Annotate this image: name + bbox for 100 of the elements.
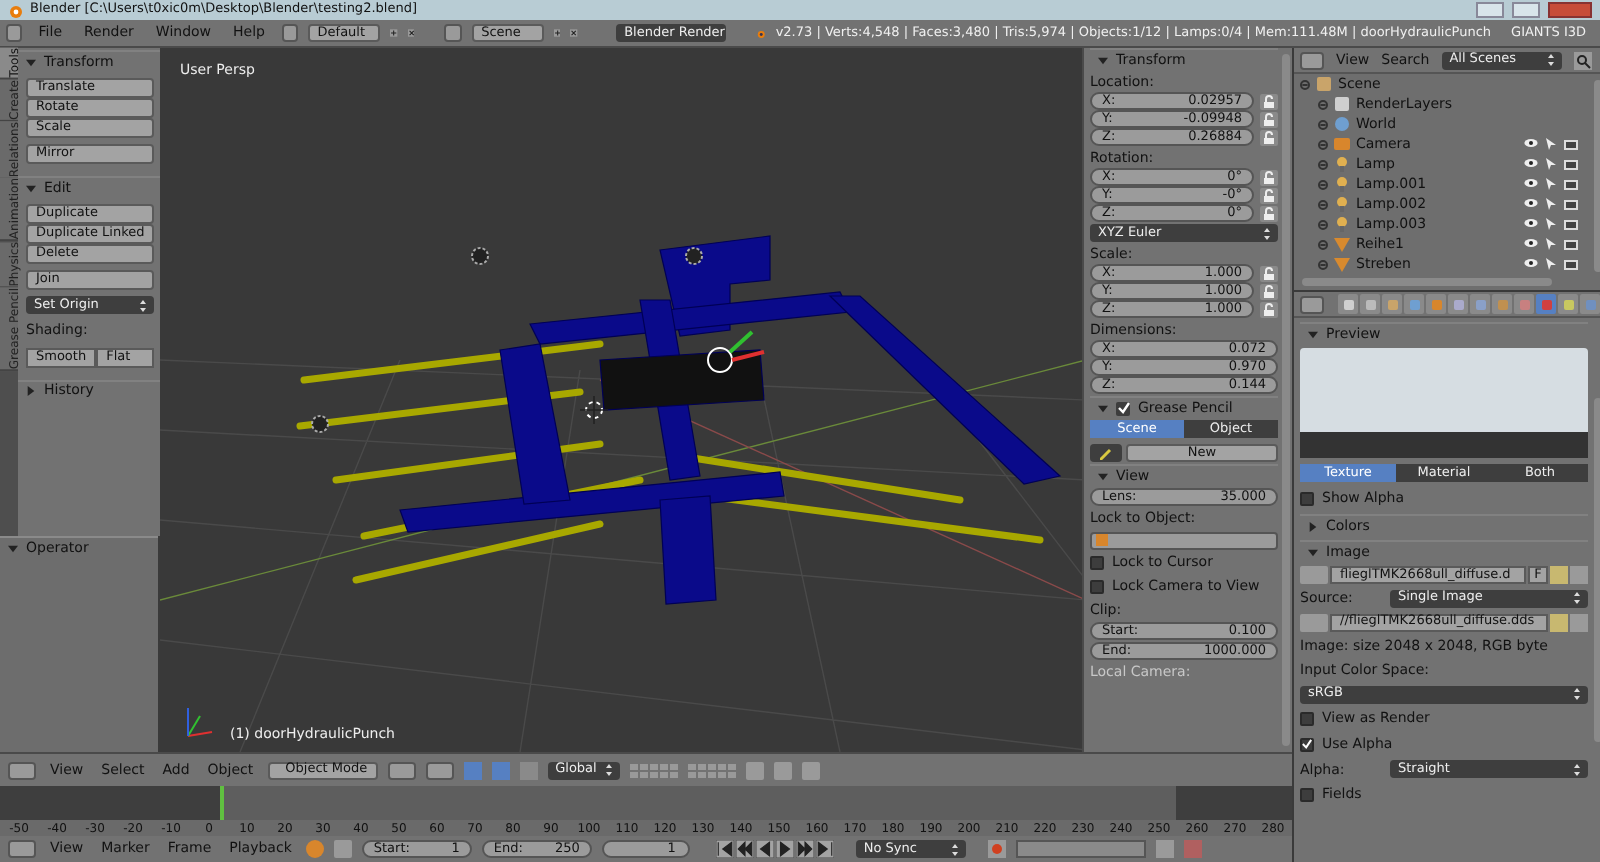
lamp-marker-icon — [471, 247, 489, 265]
editor-type-button[interactable] — [8, 761, 36, 779]
editor-type-button[interactable] — [8, 840, 36, 858]
file-type-button[interactable] — [1300, 613, 1328, 631]
particles-tab[interactable] — [1558, 294, 1578, 314]
updown-arrows-icon — [1547, 54, 1554, 66]
render-button[interactable] — [801, 761, 820, 779]
reload-button[interactable] — [1570, 613, 1588, 631]
minimize-button[interactable] — [1476, 2, 1504, 18]
eye-icon[interactable] — [1524, 178, 1538, 188]
lock-icon[interactable] — [1260, 205, 1278, 221]
expand-toggle-icon[interactable] — [1318, 119, 1328, 129]
cube-icon — [1096, 534, 1108, 546]
record-button[interactable] — [987, 840, 1006, 858]
editor-type-button[interactable] — [6, 24, 23, 42]
expanded-triangle-icon[interactable] — [26, 57, 36, 67]
eye-icon[interactable] — [1524, 158, 1538, 168]
expand-toggle-icon[interactable] — [1318, 239, 1328, 249]
preview-range-button[interactable] — [305, 840, 324, 858]
expanded-triangle-icon[interactable] — [26, 183, 36, 193]
updown-arrows-icon — [140, 299, 147, 311]
search-icon[interactable] — [1573, 51, 1592, 69]
axis-gizmo-icon — [187, 707, 213, 737]
layer-grid-icon[interactable] — [687, 763, 736, 777]
updown-arrows-icon — [1574, 592, 1580, 605]
eye-icon[interactable] — [1524, 258, 1538, 268]
layers-tab[interactable] — [1360, 294, 1380, 314]
expand-toggle-icon[interactable] — [1318, 199, 1328, 209]
lock-icon[interactable] — [1260, 187, 1278, 203]
pivot-dropdown[interactable] — [425, 761, 454, 779]
close-icon[interactable] — [407, 26, 415, 40]
render-tab[interactable] — [1338, 294, 1358, 314]
lamp-marker-icon — [685, 247, 703, 265]
updown-arrows-icon — [1264, 227, 1270, 239]
playback-button[interactable] — [755, 840, 774, 858]
close-icon[interactable] — [570, 26, 579, 40]
checkbox[interactable] — [1090, 579, 1104, 593]
playback-button[interactable] — [735, 840, 754, 858]
lock-icon[interactable] — [1260, 283, 1278, 299]
object-field[interactable] — [1090, 531, 1278, 549]
eye-icon[interactable] — [1524, 198, 1538, 208]
constraints-tab[interactable] — [1448, 294, 1468, 314]
eye-icon[interactable] — [1524, 138, 1538, 148]
shading-dropdown[interactable] — [387, 761, 416, 779]
collapsed-triangle-icon[interactable] — [26, 386, 36, 396]
screen-layout-button[interactable] — [281, 24, 298, 42]
lock-icon[interactable] — [1260, 93, 1278, 109]
lamp-marker-icon — [311, 415, 329, 433]
eye-icon[interactable] — [1524, 238, 1538, 248]
app-icon — [8, 3, 22, 17]
lock-icon[interactable] — [1260, 129, 1278, 145]
expanded-triangle-icon[interactable] — [8, 544, 18, 554]
playback-button[interactable] — [815, 840, 834, 858]
scene-icon — [1316, 76, 1332, 92]
expanded-triangle-icon[interactable] — [1098, 403, 1108, 413]
collapsed-triangle-icon[interactable] — [1308, 521, 1318, 531]
expand-toggle-icon[interactable] — [1318, 179, 1328, 189]
checkbox[interactable] — [1090, 555, 1104, 569]
scene-type-button[interactable] — [444, 24, 462, 42]
checkbox[interactable] — [1300, 711, 1314, 725]
add-icon[interactable] — [389, 26, 398, 40]
maximize-button[interactable] — [1512, 2, 1540, 18]
pencil-button[interactable] — [1090, 444, 1122, 462]
expand-toggle-icon[interactable] — [1318, 219, 1328, 229]
expand-toggle-icon[interactable] — [1318, 139, 1328, 149]
lock-icon[interactable] — [1260, 169, 1278, 185]
expand-toggle-icon[interactable] — [1318, 99, 1328, 109]
editor-type-button[interactable] — [1300, 295, 1324, 313]
eye-icon[interactable] — [1524, 218, 1538, 228]
expanded-triangle-icon[interactable] — [1098, 471, 1108, 481]
checkbox[interactable] — [1300, 492, 1314, 506]
add-icon[interactable] — [553, 26, 561, 40]
expand-toggle-icon[interactable] — [1318, 259, 1328, 269]
lock-icon[interactable] — [1260, 301, 1278, 317]
expanded-triangle-icon[interactable] — [1308, 329, 1318, 339]
expanded-triangle-icon[interactable] — [1308, 547, 1318, 557]
checkbox[interactable] — [1300, 737, 1314, 751]
open-image-button[interactable] — [1550, 613, 1568, 631]
playback-button[interactable] — [795, 840, 814, 858]
expanded-triangle-icon[interactable] — [1098, 55, 1108, 65]
lock-icon[interactable] — [1260, 265, 1278, 281]
updown-arrows-icon — [1574, 763, 1580, 776]
pencil-icon — [1100, 447, 1112, 459]
snap-button[interactable] — [773, 761, 792, 779]
playback-button[interactable] — [775, 840, 794, 858]
lock-button[interactable] — [333, 840, 352, 858]
editor-type-button[interactable] — [1300, 51, 1324, 69]
lock-camera-button[interactable] — [745, 761, 764, 779]
expand-toggle-icon[interactable] — [1318, 159, 1328, 169]
keying-set-field[interactable] — [1015, 840, 1146, 858]
logo-icon — [756, 25, 766, 41]
expand-toggle-icon[interactable] — [1300, 79, 1310, 89]
close-button[interactable] — [1548, 2, 1592, 18]
layer-grid-icon[interactable] — [629, 763, 678, 777]
checkbox[interactable] — [1300, 788, 1314, 802]
3d-cursor-icon — [579, 395, 609, 425]
playback-button[interactable] — [715, 840, 734, 858]
insert-keyframe-button[interactable] — [1155, 840, 1174, 858]
lock-icon[interactable] — [1260, 111, 1278, 127]
lamp-icon — [1334, 176, 1350, 192]
